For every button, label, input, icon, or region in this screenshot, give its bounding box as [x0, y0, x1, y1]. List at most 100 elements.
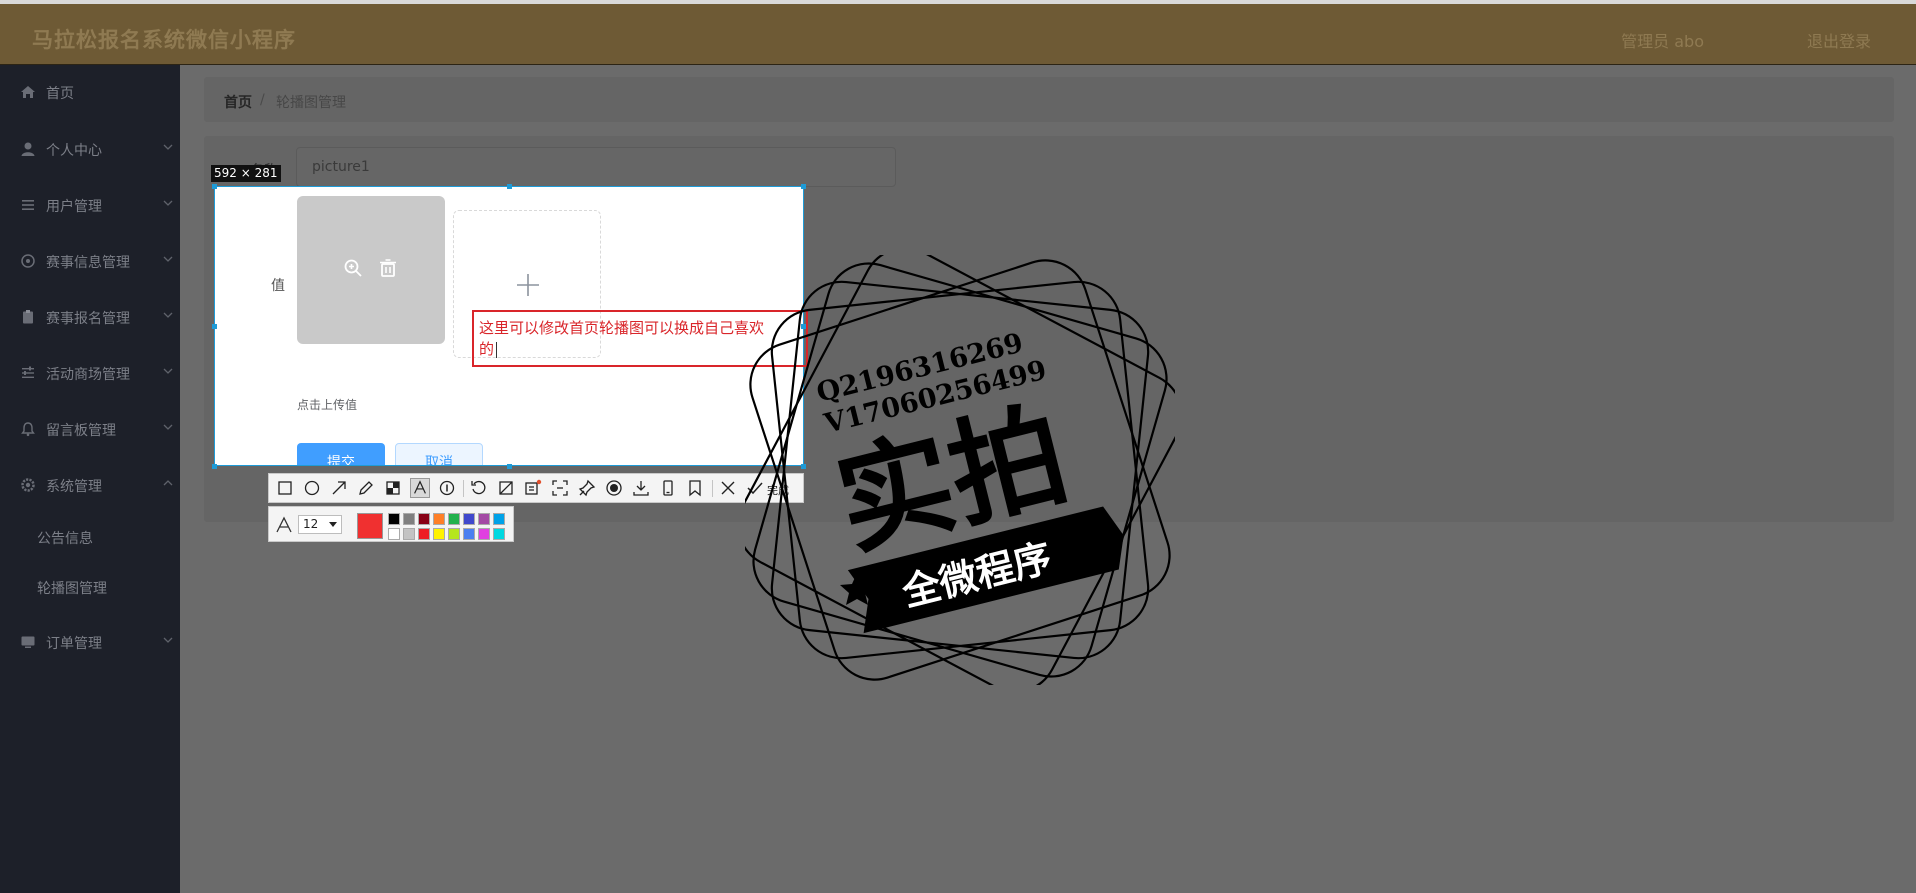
number-icon[interactable]	[437, 478, 457, 498]
cut-icon[interactable]	[496, 478, 516, 498]
breadcrumb-current: 轮播图管理	[276, 95, 346, 111]
admin-user-label: 管理员 abo	[1621, 32, 1704, 51]
sidebar-item-orders[interactable]: 订单管理	[0, 622, 180, 662]
color-swatch[interactable]	[388, 513, 400, 525]
annotation-line-1: 这里可以修改首页轮播图可以换成自己喜欢	[479, 319, 765, 337]
sidebar-item-activity-mall[interactable]: 活动商场管理	[0, 353, 180, 393]
name-input[interactable]	[297, 148, 895, 186]
sidebar-item-message-board[interactable]: 留言板管理	[0, 409, 180, 449]
pin-icon[interactable]	[577, 478, 597, 498]
color-swatch[interactable]	[463, 528, 475, 540]
toolbar-separator	[712, 480, 713, 497]
arrow-icon[interactable]	[329, 478, 349, 498]
capture-size-label: 592 × 281	[211, 165, 281, 182]
resize-handle[interactable]	[801, 184, 806, 189]
ocr-icon[interactable]	[523, 478, 543, 498]
rectangle-icon[interactable]	[275, 478, 295, 498]
bookmark-icon[interactable]	[685, 478, 705, 498]
sidebar-item-system-management[interactable]: 系统管理	[0, 465, 180, 505]
sidebar-item-event-info[interactable]: 赛事信息管理	[0, 241, 180, 281]
resize-handle[interactable]	[507, 184, 512, 189]
color-swatch[interactable]	[493, 528, 505, 540]
record-icon[interactable]	[604, 478, 624, 498]
text-icon[interactable]	[410, 478, 430, 498]
color-swatch[interactable]	[478, 528, 490, 540]
current-color-swatch[interactable]	[357, 513, 383, 539]
resize-handle[interactable]	[212, 184, 217, 189]
zoom-in-icon[interactable]	[343, 258, 363, 278]
ellipse-icon[interactable]	[302, 478, 322, 498]
chevron-down-icon	[163, 144, 173, 150]
sidebar-item-label: 系统管理	[46, 479, 102, 495]
sidebar-item-label: 首页	[46, 86, 74, 102]
sidebar-subitem-label: 轮播图管理	[37, 581, 107, 597]
phone-icon[interactable]	[658, 478, 678, 498]
resize-handle[interactable]	[507, 464, 512, 469]
font-size-select[interactable]: 12	[298, 515, 342, 534]
chevron-down-icon	[163, 637, 173, 643]
home-icon	[21, 86, 35, 98]
sidebar-item-home[interactable]: 首页	[0, 72, 180, 112]
logout-link[interactable]: 退出登录	[1807, 28, 1871, 52]
resize-handle[interactable]	[212, 464, 217, 469]
sidebar-item-personal-center[interactable]: 个人中心	[0, 129, 180, 169]
resize-handle[interactable]	[212, 324, 217, 329]
chevron-up-icon	[163, 480, 173, 486]
submit-button[interactable]: 提交	[297, 443, 385, 465]
text-caret	[496, 341, 498, 358]
trash-icon[interactable]	[378, 258, 398, 278]
save-icon[interactable]	[631, 478, 651, 498]
sidebar-item-label: 订单管理	[46, 636, 102, 652]
scroll-capture-icon[interactable]	[550, 478, 570, 498]
list-icon	[22, 200, 34, 210]
screenshot-toolbar: 完成	[268, 473, 804, 503]
color-swatch[interactable]	[403, 528, 415, 540]
sidebar-item-label: 赛事报名管理	[46, 311, 130, 327]
upload-hint: 点击上传值	[297, 398, 358, 412]
annotation-line-2: 的	[479, 340, 495, 358]
gear-icon	[21, 478, 35, 492]
cancel-button[interactable]: 取消	[395, 443, 483, 465]
chevron-down-icon	[163, 368, 173, 374]
mosaic-icon[interactable]	[383, 478, 403, 498]
sidebar-item-label: 个人中心	[46, 143, 102, 159]
color-swatch[interactable]	[448, 528, 460, 540]
color-swatch[interactable]	[493, 513, 505, 525]
color-swatch[interactable]	[478, 513, 490, 525]
uploaded-image-thumbnail[interactable]	[297, 196, 445, 344]
sidebar-item-label: 赛事信息管理	[46, 255, 130, 271]
sidebar: 首页 个人中心 用户管理 赛事信息管理 赛事报名管理 活动商场管理 留言板管理 …	[0, 65, 180, 893]
name-field[interactable]	[296, 147, 896, 187]
breadcrumb-home[interactable]: 首页	[224, 92, 252, 112]
app-title: 马拉松报名系统微信小程序	[32, 28, 296, 52]
color-swatch[interactable]	[388, 528, 400, 540]
sidebar-subitem-announcements[interactable]: 公告信息	[0, 517, 180, 557]
sidebar-subitem-label: 公告信息	[37, 531, 93, 547]
sidebar-item-event-registration[interactable]: 赛事报名管理	[0, 297, 180, 337]
chevron-down-icon	[163, 256, 173, 262]
monitor-icon	[21, 636, 35, 648]
sidebar-item-label: 活动商场管理	[46, 367, 130, 383]
pencil-icon[interactable]	[356, 478, 376, 498]
color-swatch[interactable]	[463, 513, 475, 525]
sidebar-item-label: 留言板管理	[46, 423, 116, 439]
user-icon	[21, 142, 35, 156]
chevron-down-icon	[163, 312, 173, 318]
sliders-icon	[22, 366, 34, 378]
watermark-stamp: Q2196316269 V17060256499 实拍 全微程序	[745, 255, 1175, 685]
color-swatch[interactable]	[448, 513, 460, 525]
sidebar-subitem-carousel[interactable]: 轮播图管理	[0, 567, 180, 607]
close-icon[interactable]	[718, 478, 738, 498]
bell-icon	[21, 422, 35, 437]
plus-icon	[517, 274, 539, 296]
top-header: 马拉松报名系统微信小程序 管理员 abo 退出登录	[0, 0, 1916, 65]
clipboard-icon	[23, 310, 33, 324]
color-swatch[interactable]	[403, 513, 415, 525]
sidebar-item-user-management[interactable]: 用户管理	[0, 185, 180, 225]
chevron-down-icon	[163, 424, 173, 430]
color-swatch[interactable]	[433, 528, 445, 540]
color-swatch[interactable]	[418, 528, 430, 540]
undo-icon[interactable]	[469, 478, 489, 498]
color-swatch[interactable]	[418, 513, 430, 525]
color-swatch[interactable]	[433, 513, 445, 525]
